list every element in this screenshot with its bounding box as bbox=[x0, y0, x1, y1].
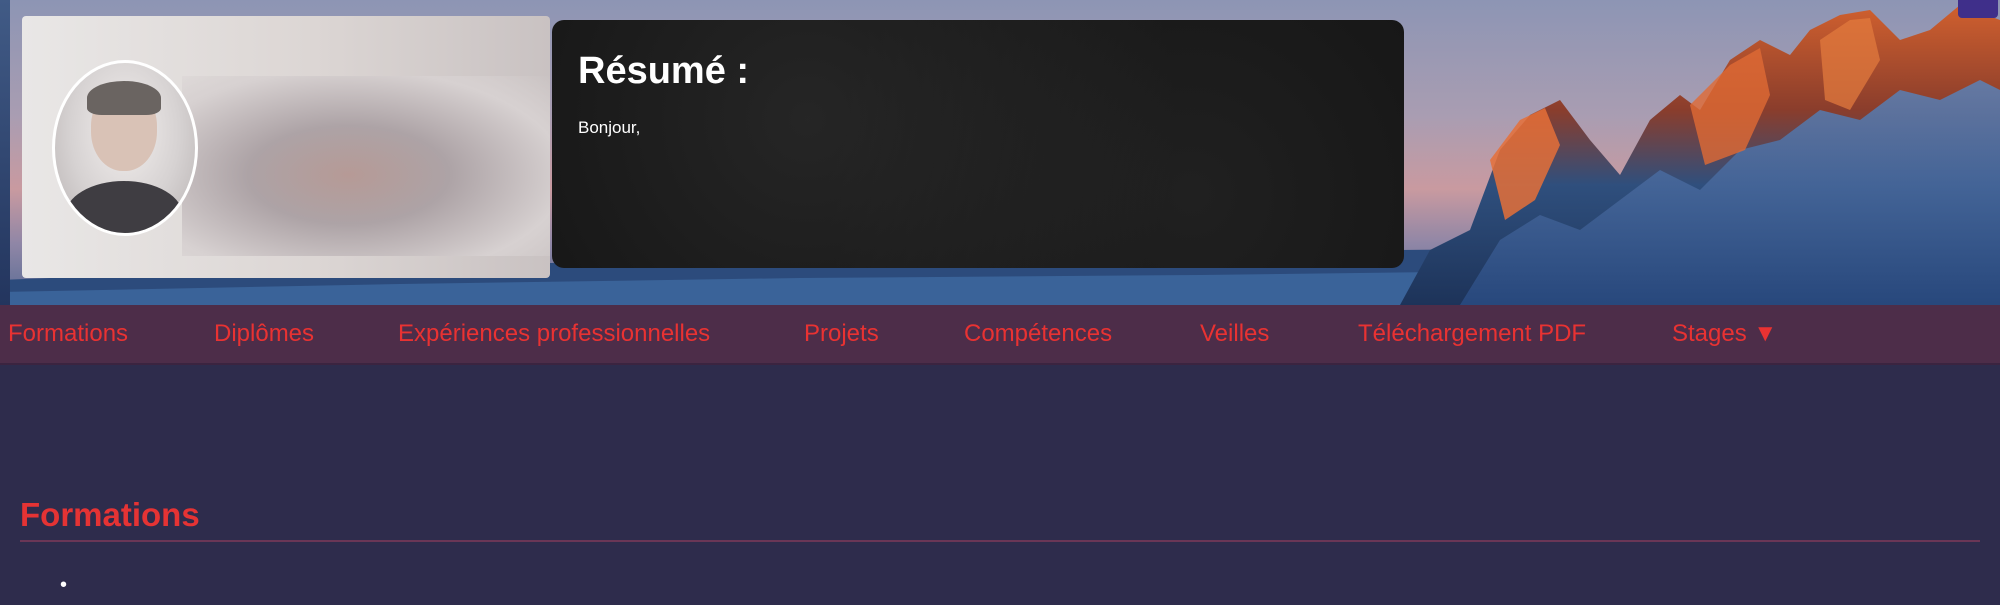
corner-flag-icon[interactable] bbox=[1958, 0, 1998, 18]
section-title-formations: Formations bbox=[20, 496, 200, 533]
nav-item-projets[interactable]: Projets bbox=[804, 305, 879, 363]
profile-card bbox=[22, 16, 550, 278]
nav-item-formations[interactable]: Formations bbox=[8, 305, 128, 363]
avatar-shoulders bbox=[65, 181, 183, 233]
nav-item-veilles[interactable]: Veilles bbox=[1200, 305, 1269, 363]
nav-item-telechargement-pdf[interactable]: Téléchargement PDF bbox=[1358, 305, 1586, 363]
avatar-hair bbox=[87, 81, 161, 115]
nav-item-stages-dropdown[interactable]: Stages ▼ bbox=[1672, 305, 1777, 363]
resume-line-1: Bonjour, bbox=[578, 118, 641, 137]
section-divider bbox=[20, 540, 1980, 542]
header-banner: Résumé : Bonjour, bbox=[0, 0, 2000, 305]
main-nav: Formations Diplômes Expériences professi… bbox=[0, 305, 2000, 365]
nav-item-experiences[interactable]: Expériences professionnelles bbox=[398, 305, 710, 363]
banner-left-edge bbox=[0, 0, 10, 305]
nav-item-competences[interactable]: Compétences bbox=[964, 305, 1112, 363]
formations-list bbox=[60, 570, 75, 600]
nav-item-diplomes[interactable]: Diplômes bbox=[214, 305, 314, 363]
profile-background-photo bbox=[182, 76, 550, 256]
list-item bbox=[60, 570, 75, 600]
resume-box: Résumé : Bonjour, bbox=[552, 20, 1404, 268]
resume-title: Résumé : bbox=[578, 50, 750, 92]
avatar bbox=[52, 60, 198, 236]
